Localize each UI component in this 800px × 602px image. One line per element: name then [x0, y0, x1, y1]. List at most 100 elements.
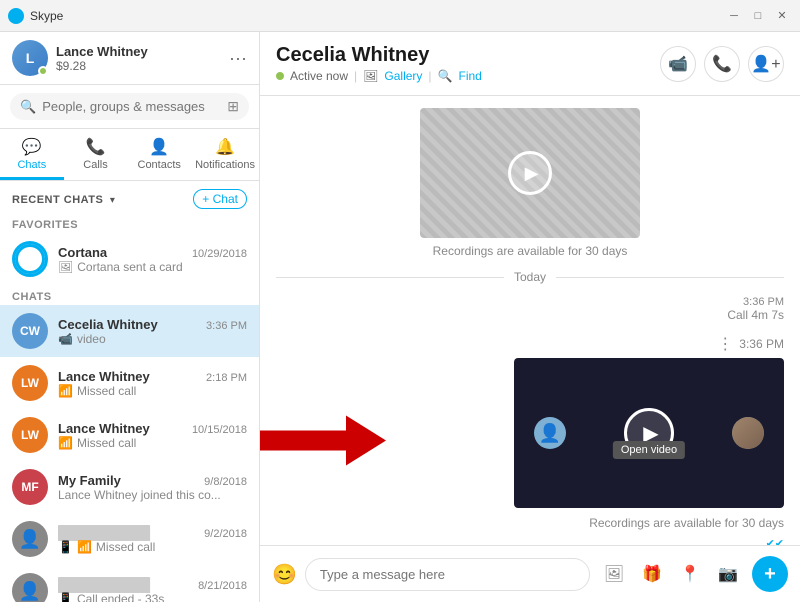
chat-top: Cecelia Whitney 3:36 PM	[58, 317, 247, 332]
date-divider: Today	[276, 270, 784, 284]
chat-top: Lance Whitney 10/15/2018	[58, 421, 247, 436]
list-item[interactable]: MF My Family 9/8/2018 Lance Whitney join…	[0, 461, 259, 513]
gallery-link[interactable]: Gallery	[384, 69, 422, 83]
list-item[interactable]: 👤 ██████████ 9/2/2018 📱 📶 Missed call	[0, 513, 259, 565]
video-participant-left: 👤	[534, 417, 566, 449]
chat-content: Cortana 10/29/2018 🖼 Cortana sent a card	[58, 245, 247, 274]
tab-calls-label: Calls	[83, 159, 107, 171]
phone-call-icon: 📞	[712, 54, 732, 74]
emoji-button[interactable]: 😊	[272, 562, 297, 587]
chat-time: 9/2/2018	[204, 528, 247, 540]
chat-name: ██████████	[58, 577, 150, 592]
video-play-button[interactable]: ▶ Open video	[624, 408, 674, 458]
video-thumbnail-top[interactable]: ▶	[420, 108, 640, 238]
message-input[interactable]	[305, 558, 590, 591]
video-message[interactable]: 👤 ▶ Open video	[514, 358, 784, 508]
favorites-title: FAVORITES	[0, 213, 259, 233]
tab-chats[interactable]: 💬 Chats	[0, 129, 64, 180]
chat-content: Lance Whitney 10/15/2018 📶 Missed call	[58, 421, 247, 450]
status-text: Active now	[290, 69, 348, 83]
phone-call-button[interactable]: 📞	[704, 46, 740, 82]
contact-status: Active now | 🖼 Gallery | 🔍 Find	[276, 69, 482, 83]
search-bar: 🔍 ⊞	[0, 85, 259, 129]
location-button[interactable]: 📍	[674, 558, 706, 590]
chat-top: ██████████ 8/21/2018	[58, 577, 247, 592]
chat-name: Lance Whitney	[58, 369, 150, 384]
chat-time: 9/8/2018	[204, 476, 247, 488]
preview-icon: 🖼	[58, 260, 73, 274]
chat-top: My Family 9/8/2018	[58, 473, 247, 488]
calls-icon: 📞	[86, 137, 106, 157]
call-duration: Call 4m 7s	[727, 308, 784, 322]
list-item[interactable]: LW Lance Whitney 10/15/2018 📶 Missed cal…	[0, 409, 259, 461]
gift-button[interactable]: 🎁	[636, 558, 668, 590]
preview-text: Missed call	[77, 436, 136, 450]
chat-name: Lance Whitney	[58, 421, 150, 436]
list-item[interactable]: Cortana 10/29/2018 🖼 Cortana sent a card	[0, 233, 259, 285]
list-item[interactable]: CW Cecelia Whitney 3:36 PM 📹 video	[0, 305, 259, 357]
chat-actions: 📹 📞 👤+	[660, 46, 784, 82]
tab-contacts-label: Contacts	[138, 159, 181, 171]
titlebar: Skype ─ □ ✕	[0, 0, 800, 32]
app-icon	[8, 8, 24, 24]
send-icon: +	[764, 564, 776, 584]
chat-time: 10/29/2018	[192, 248, 247, 260]
recording-note-bottom: Recordings are available for 30 days	[589, 516, 784, 530]
video-msg-wrap: ⋮ 3:36 PM 👤 ▶	[514, 334, 784, 545]
close-button[interactable]: ✕	[772, 6, 792, 26]
profile-header: L Lance Whitney $9.28 ···	[0, 32, 259, 85]
search-wrap: 🔍 ⊞	[10, 93, 249, 120]
find-link[interactable]: Find	[458, 69, 481, 83]
chat-content: Cecelia Whitney 3:36 PM 📹 video	[58, 317, 247, 346]
preview-icon: 📹	[58, 332, 73, 346]
date-line-right	[556, 277, 784, 278]
chat-time: 8/21/2018	[198, 580, 247, 592]
avatar-container: L	[12, 40, 48, 76]
tab-contacts[interactable]: 👤 Contacts	[127, 129, 191, 180]
avatar: LW	[12, 365, 48, 401]
chat-name: Cortana	[58, 245, 107, 260]
list-item[interactable]: LW Lance Whitney 2:18 PM 📶 Missed call	[0, 357, 259, 409]
send-button[interactable]: +	[752, 556, 788, 592]
add-contact-button[interactable]: 👤+	[748, 46, 784, 82]
app-body: L Lance Whitney $9.28 ··· 🔍 ⊞ 💬 Chats	[0, 32, 800, 602]
video-recording-top: ▶ Recordings are available for 30 days	[276, 108, 784, 258]
video-call-icon: 📹	[668, 54, 688, 74]
new-chat-button[interactable]: + Chat	[193, 189, 247, 209]
date-line-left	[276, 277, 504, 278]
window-controls: ─ □ ✕	[724, 6, 792, 26]
search-input[interactable]	[42, 99, 221, 114]
video-call-button[interactable]: 📹	[660, 46, 696, 82]
minimize-button[interactable]: ─	[724, 6, 744, 26]
recent-chats-header: RECENT CHATS ▾ + Chat	[0, 181, 259, 213]
chat-top: Lance Whitney 2:18 PM	[58, 369, 247, 384]
tab-calls[interactable]: 📞 Calls	[64, 129, 128, 180]
maximize-button[interactable]: □	[748, 6, 768, 26]
profile-info: Lance Whitney $9.28	[56, 44, 221, 73]
preview-text: Lance Whitney joined this co...	[58, 488, 221, 502]
more-options-button[interactable]: ···	[229, 48, 247, 69]
preview-text: Missed call	[96, 540, 155, 554]
preview-icon: 📱	[58, 592, 73, 602]
recent-chats-title: RECENT CHATS ▾	[12, 190, 115, 208]
video-participant-right	[732, 417, 764, 449]
call-time: 3:36 PM	[743, 296, 784, 308]
image-button[interactable]: 🖼	[598, 558, 630, 590]
more-options-icon[interactable]: ⋮	[717, 334, 733, 354]
contact-name: Cecelia Whitney	[276, 44, 482, 67]
recording-note-top: Recordings are available for 30 days	[433, 244, 628, 258]
video-content: 👤 ▶ Open video	[514, 358, 784, 508]
input-area: 😊 🖼 🎁 📍 📷 +	[260, 545, 800, 602]
contacts-icon: 👤	[149, 137, 169, 157]
camera-button[interactable]: 📷	[712, 558, 744, 590]
play-button-overlay[interactable]: ▶	[508, 151, 552, 195]
preview-icon: 📶	[58, 384, 73, 398]
grid-icon[interactable]: ⊞	[227, 98, 239, 115]
chevron-down-icon: ▾	[110, 195, 115, 206]
avatar: LW	[12, 417, 48, 453]
wifi-icon: 📶	[77, 540, 92, 554]
list-item[interactable]: 👤 ██████████ 8/21/2018 📱 Call ended - 33…	[0, 565, 259, 602]
red-arrow-svg	[260, 416, 386, 466]
active-status-dot	[276, 72, 284, 80]
tab-notifications[interactable]: 🔔 Notifications	[191, 129, 259, 180]
